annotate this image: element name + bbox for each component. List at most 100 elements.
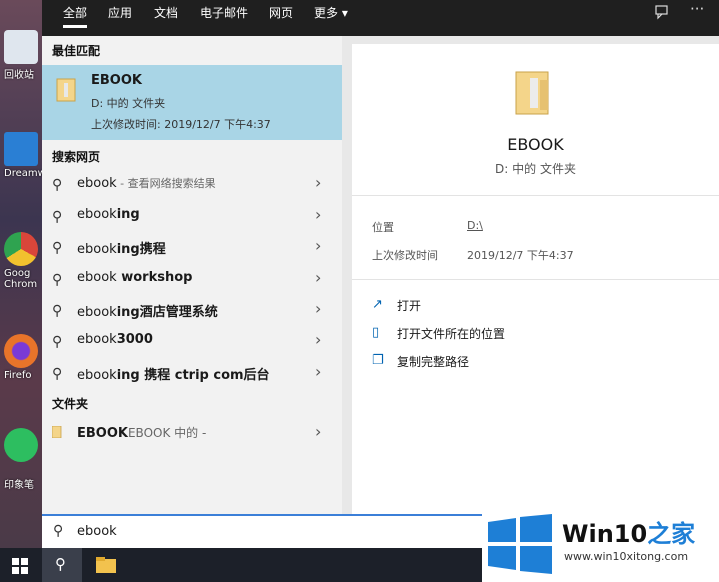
search-icon: ⚲ xyxy=(52,366,63,382)
result-query: ebook xyxy=(77,242,117,257)
watermark-suffix: 之家 xyxy=(647,520,696,548)
best-match-name: EBOOK xyxy=(91,73,142,88)
folder-result-path: EBOOK 中的 - xyxy=(127,426,207,440)
tab-all[interactable]: 全部 xyxy=(63,0,88,36)
feedback-icon[interactable] xyxy=(654,4,670,24)
best-match-location: D: 中的 文件夹 xyxy=(91,97,166,110)
web-result-item[interactable]: ⚲ ebook workshop › xyxy=(42,264,342,294)
firefox-icon xyxy=(4,334,38,368)
location-link[interactable]: D:\ xyxy=(467,219,483,232)
result-suggestion: ing 携程 ctrip com后台 xyxy=(116,368,270,383)
web-result-item[interactable]: ⚲ ebooking酒店管理系统 › xyxy=(42,295,342,325)
result-query: ebook xyxy=(77,368,117,383)
tab-apps[interactable]: 应用 xyxy=(108,0,132,36)
search-icon: ⚲ xyxy=(52,272,63,288)
copy-path-icon: ❐ xyxy=(372,353,384,368)
result-suggestion: 3000 xyxy=(116,332,153,347)
modified-value: 2019/12/7 下午4:37 xyxy=(467,249,574,262)
preview-subtitle: D: 中的 文件夹 xyxy=(495,162,576,176)
windows-logo-icon xyxy=(488,514,552,578)
chevron-right-icon[interactable]: › xyxy=(315,299,321,318)
tab-web[interactable]: 网页 xyxy=(269,0,293,36)
result-query: ebook xyxy=(77,305,117,320)
dreamweaver-icon xyxy=(4,132,38,166)
desktop-firefox[interactable]: Firefo xyxy=(4,334,44,381)
search-taskbar-button[interactable]: ⚲ xyxy=(42,548,82,582)
desktop-evernote[interactable]: 印象笔 xyxy=(4,428,44,491)
watermark-brand: Win10 xyxy=(562,520,648,548)
search-icon: ⚲ xyxy=(52,303,63,319)
best-match-header: 最佳匹配 xyxy=(52,44,101,58)
watermark: Win10之家 www.win10xitong.com xyxy=(482,508,719,582)
search-icon: ⚲ xyxy=(52,177,63,193)
result-query: ebook xyxy=(77,270,117,285)
search-icon: ⚲ xyxy=(52,209,63,225)
desktop-icon-label: Firefo xyxy=(4,370,32,381)
result-suggestion: ing xyxy=(116,207,140,222)
preview-card: EBOOK D: 中的 文件夹 位置 D:\ 上次修改时间 2019/12/7 … xyxy=(352,44,719,514)
result-suggestion: workshop xyxy=(116,270,193,285)
divider xyxy=(352,279,719,280)
web-result-item[interactable]: ⚲ ebooking携程 › xyxy=(42,232,342,262)
result-query: ebook xyxy=(77,176,117,191)
search-icon: ⚲ xyxy=(55,555,66,573)
desktop-recycle-bin[interactable]: 回收站 xyxy=(4,30,44,81)
preview-title: EBOOK xyxy=(507,135,564,154)
desktop-icon-label: 印象笔 xyxy=(4,480,34,491)
search-filter-bar: 全部 应用 文档 电子邮件 网页 更多 ▾ ··· xyxy=(42,0,719,36)
search-icon: ⚲ xyxy=(52,240,63,256)
web-result-item[interactable]: ⚲ ebooking 携程 ctrip com后台 › xyxy=(42,358,342,388)
windows-logo-icon xyxy=(12,558,28,574)
web-result-item[interactable]: ⚲ ebook - 查看网络搜索结果 › xyxy=(42,169,342,199)
desktop-background: 回收站 Dreamw Goog Chrom Firefo 印象笔 xyxy=(0,0,46,548)
file-explorer-button[interactable] xyxy=(96,557,116,577)
result-suggestion: ing携程 xyxy=(116,242,166,257)
best-match-item[interactable]: EBOOK D: 中的 文件夹 上次修改时间: 2019/12/7 下午4:37 xyxy=(42,65,342,140)
chevron-right-icon[interactable]: › xyxy=(315,236,321,255)
tab-documents[interactable]: 文档 xyxy=(154,0,178,36)
open-location-label: 打开文件所在的位置 xyxy=(397,327,506,341)
folder-result-name: EBOOK xyxy=(77,426,128,441)
result-suggestion: ing酒店管理系统 xyxy=(116,305,218,320)
folder-icon xyxy=(51,425,62,442)
web-result-item[interactable]: ⚲ ebooking › xyxy=(42,201,342,231)
desktop-chrome[interactable]: Goog Chrom xyxy=(4,232,44,290)
folder-icon xyxy=(56,77,78,107)
desktop-icon-label: 回收站 xyxy=(4,70,34,81)
open-label: 打开 xyxy=(397,299,422,313)
chevron-right-icon[interactable]: › xyxy=(315,422,321,441)
tab-more[interactable]: 更多 ▾ xyxy=(314,0,348,36)
copy-path-label: 复制完整路径 xyxy=(397,355,470,369)
best-match-modified: 上次修改时间: 2019/12/7 下午4:37 xyxy=(91,118,271,131)
chevron-right-icon[interactable]: › xyxy=(315,173,321,192)
chrome-icon xyxy=(4,232,38,266)
chevron-right-icon[interactable]: › xyxy=(315,362,321,381)
folders-header: 文件夹 xyxy=(52,397,89,411)
result-query: ebook xyxy=(77,332,117,347)
result-query: ebook xyxy=(77,207,117,222)
chevron-right-icon[interactable]: › xyxy=(315,268,321,287)
open-icon: ↗ xyxy=(372,297,383,312)
open-folder-location-icon: ▯ xyxy=(372,325,380,340)
location-label: 位置 xyxy=(372,221,394,234)
folder-result-item[interactable]: EBOOKEBOOK 中的 - › xyxy=(42,418,342,448)
desktop-icon-label: Goog Chrom xyxy=(4,268,38,290)
modified-label: 上次修改时间 xyxy=(372,249,438,262)
chevron-right-icon[interactable]: › xyxy=(315,205,321,224)
web-search-header: 搜索网页 xyxy=(52,150,101,164)
tab-email[interactable]: 电子邮件 xyxy=(200,0,248,36)
search-icon: ⚲ xyxy=(53,523,64,539)
large-folder-icon xyxy=(514,68,554,120)
start-button[interactable] xyxy=(12,558,28,578)
search-icon: ⚲ xyxy=(52,334,63,350)
chevron-right-icon[interactable]: › xyxy=(315,330,321,349)
desktop-dreamweaver[interactable]: Dreamw xyxy=(4,132,46,179)
more-options-icon[interactable]: ··· xyxy=(690,0,704,18)
divider xyxy=(352,195,719,196)
web-result-item[interactable]: ⚲ ebook3000 › xyxy=(42,326,342,356)
evernote-icon xyxy=(4,428,38,462)
result-hint: - 查看网络搜索结果 xyxy=(116,177,216,190)
watermark-url: www.win10xitong.com xyxy=(564,550,689,563)
desktop-icon-label: Dreamw xyxy=(4,168,46,179)
search-input[interactable]: ebook xyxy=(77,524,117,539)
